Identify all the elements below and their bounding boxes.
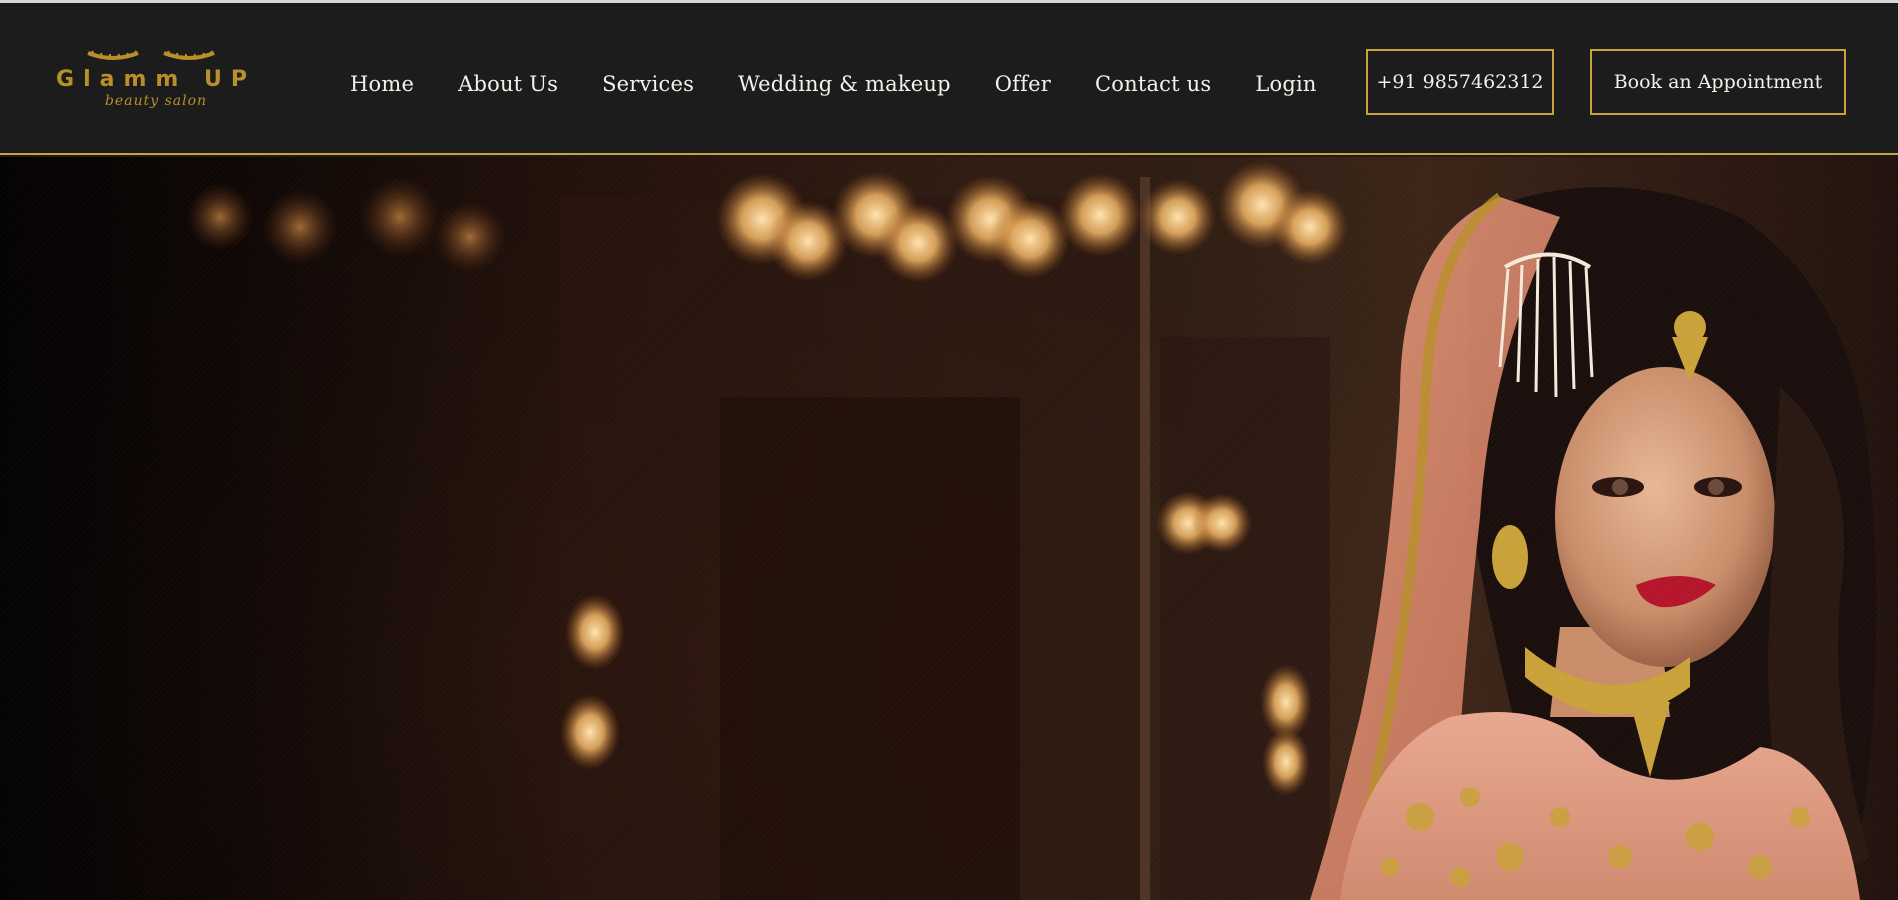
- book-appointment-button[interactable]: Book an Appointment: [1590, 49, 1846, 115]
- eyelash-icon: [87, 50, 139, 60]
- nav-contact-us[interactable]: Contact us: [1095, 67, 1211, 101]
- nav-about-us[interactable]: About Us: [458, 67, 558, 101]
- phone-button[interactable]: +91 9857462312: [1366, 49, 1554, 115]
- nav-login[interactable]: Login: [1255, 67, 1316, 101]
- nav-offer[interactable]: Offer: [995, 67, 1051, 101]
- nav-wedding-makeup[interactable]: Wedding & makeup: [738, 67, 951, 101]
- nav-services[interactable]: Services: [602, 67, 694, 101]
- main-menu: Home About Us Services Wedding & makeup …: [350, 67, 1361, 101]
- site-header: Glamm UP beauty salon Home About Us Serv…: [0, 3, 1898, 155]
- hero-texture-overlay: [0, 157, 1898, 900]
- eyelash-icon: [163, 50, 215, 60]
- brand-name: Glamm UP: [56, 67, 256, 92]
- nav-home[interactable]: Home: [350, 67, 414, 101]
- brand-tagline: beauty salon: [104, 93, 208, 109]
- brand-logo[interactable]: Glamm UP beauty salon: [40, 47, 272, 117]
- hero-banner: [0, 157, 1898, 900]
